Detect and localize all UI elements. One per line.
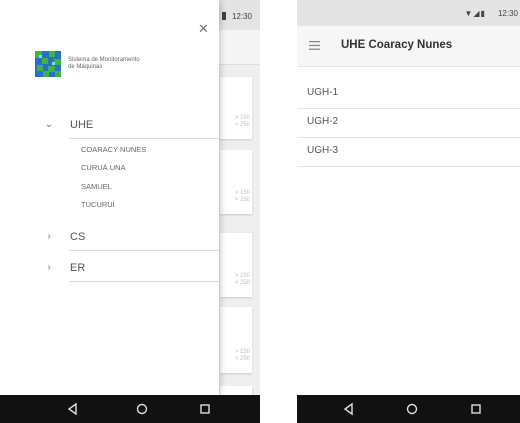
list-item-label: UGH-1 (307, 87, 339, 98)
chevron-down-icon: ⌄ (44, 119, 54, 130)
left-phone-screen: 12:30 > 150 < 250 > 150 < 250 > 150 < 25… (0, 0, 260, 423)
status-time: 12:30 (231, 12, 252, 21)
menu-group-cs[interactable]: › CS (0, 225, 219, 251)
card-limit-high: > 150 (234, 273, 250, 279)
recents-icon[interactable] (469, 402, 483, 416)
card-limit-low: < 250 (234, 356, 250, 362)
submenu-item-curua-una[interactable]: CURUÁ UNA (81, 163, 126, 172)
home-icon[interactable] (405, 402, 419, 416)
navigation-drawer: ✕ Sistema de Monitoramento de Máquinas ⌄… (0, 0, 219, 395)
card-limit-low: < 250 (234, 280, 250, 286)
background-card: > 150 < 250 (220, 77, 252, 139)
menu-group-label: CS (70, 231, 86, 243)
divider (69, 281, 219, 282)
app-name: Sistema de Monitoramento de Máquinas (68, 57, 140, 71)
list-item-ugh-1[interactable]: UGH-1 (297, 80, 520, 109)
chevron-right-icon: › (47, 231, 51, 242)
background-card (220, 386, 252, 395)
hamburger-menu-icon[interactable] (309, 41, 320, 50)
card-limit-high: > 150 (234, 115, 250, 121)
card-limit-low: < 250 (234, 197, 250, 203)
submenu-item-tucurui[interactable]: TUCURUÍ (81, 200, 115, 209)
menu-group-label: ER (70, 262, 86, 274)
page-title: UHE Coaracy Nunes (341, 39, 453, 51)
system-nav-bar (0, 395, 260, 423)
unit-list: UGH-1 UGH-2 UGH-3 (297, 80, 520, 167)
card-limit-low: < 250 (234, 122, 250, 128)
menu-group-er[interactable]: › ER (0, 256, 219, 282)
right-phone-screen: ▼◢▮ 12:30 UHE Coaracy Nunes UGH-1 UGH-2 … (297, 0, 520, 423)
status-bar: ▼◢▮ 12:30 (297, 0, 520, 26)
signal-icons: ▼◢▮ (464, 9, 486, 18)
submenu-item-coaracy-nunes[interactable]: COARACY NUNES (81, 145, 146, 154)
menu-group-uhe[interactable]: ⌄ UHE (0, 113, 219, 139)
list-item-label: UGH-2 (307, 116, 339, 127)
background-card: > 150 < 250 (220, 233, 252, 297)
system-nav-bar (297, 395, 520, 423)
submenu-item-samuel[interactable]: SAMUEL (81, 182, 112, 191)
close-icon[interactable]: ✕ (198, 22, 209, 35)
chevron-right-icon: › (47, 262, 51, 273)
battery-icon (222, 12, 226, 20)
list-item-ugh-2[interactable]: UGH-2 (297, 109, 520, 138)
list-item-label: UGH-3 (307, 145, 339, 156)
recents-icon[interactable] (198, 402, 212, 416)
back-icon[interactable] (342, 402, 356, 416)
divider (69, 250, 219, 251)
background-card: > 150 < 250 (220, 307, 252, 373)
app-name-line-1: Sistema de Monitoramento (68, 57, 140, 63)
status-time: 12:30 (497, 9, 518, 18)
background-card: > 150 < 250 (220, 150, 252, 214)
list-item-ugh-3[interactable]: UGH-3 (297, 138, 520, 167)
app-logo (35, 51, 61, 77)
card-limit-high: > 150 (234, 190, 250, 196)
menu-group-label: UHE (70, 119, 94, 131)
home-icon[interactable] (135, 402, 149, 416)
back-icon[interactable] (66, 402, 80, 416)
divider (69, 138, 219, 139)
app-name-line-2: de Máquinas (68, 64, 103, 70)
app-toolbar: UHE Coaracy Nunes (297, 26, 520, 67)
card-limit-high: > 150 (234, 349, 250, 355)
